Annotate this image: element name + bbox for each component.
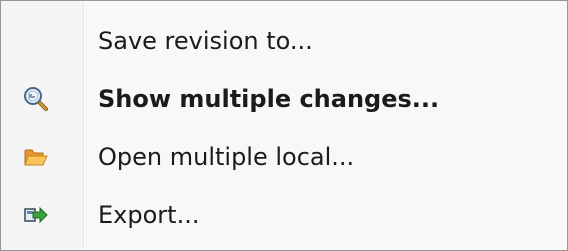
export-icon: [23, 202, 49, 228]
menu-item-label: Show multiple changes...: [98, 85, 440, 113]
menu-item-open-multiple-local[interactable]: Open multiple local...: [3, 128, 565, 186]
folder-open-icon: [23, 144, 49, 170]
menu-item-show-multiple-changes[interactable]: Show multiple changes...: [3, 70, 565, 128]
menu-item-export[interactable]: Export...: [3, 186, 565, 244]
context-menu: Save revision to... Show multiple change…: [0, 0, 568, 251]
menu-item-save-revision[interactable]: Save revision to...: [3, 12, 565, 70]
menu-item-label: Save revision to...: [98, 27, 313, 55]
menu-item-label: Export...: [98, 201, 200, 229]
menu-item-label: Open multiple local...: [98, 143, 355, 171]
magnifier-icon: [23, 86, 49, 112]
